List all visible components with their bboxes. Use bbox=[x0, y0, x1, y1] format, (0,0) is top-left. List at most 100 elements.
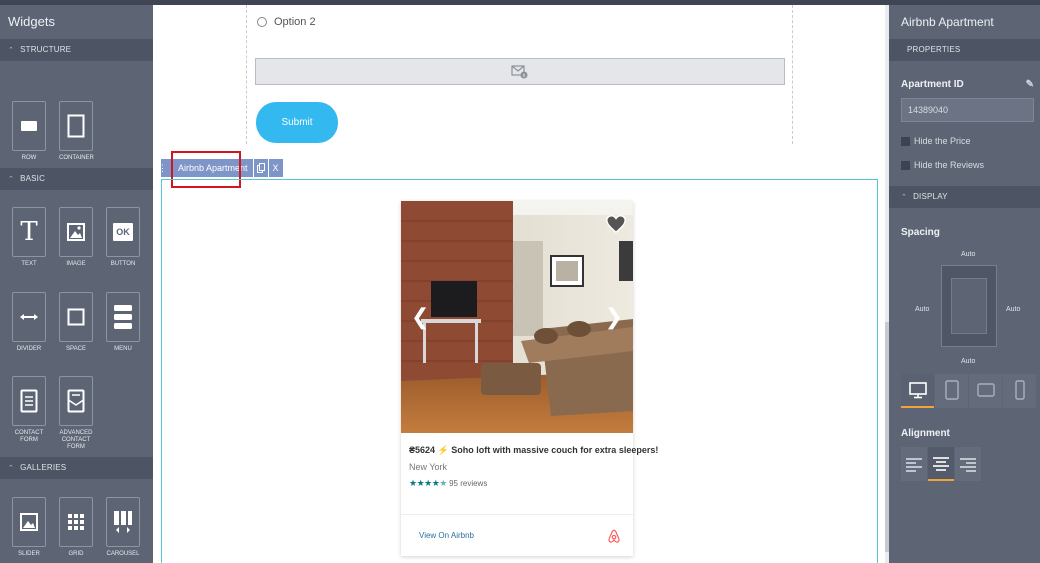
listing-headline: ₴5624 ⚡ Soho loft with massive couch for… bbox=[409, 445, 658, 456]
align-right-icon[interactable] bbox=[955, 447, 981, 481]
spacing-right[interactable]: Auto bbox=[1006, 306, 1020, 313]
widget-image-label: IMAGE bbox=[66, 261, 86, 267]
alignment-label: Alignment bbox=[901, 428, 950, 439]
radio-option-label: Option 2 bbox=[274, 16, 316, 28]
airbnb-listing-card: ❮ ❯ ₴5624 ⚡ Soho loft with massive couch… bbox=[401, 201, 658, 556]
image-icon bbox=[59, 207, 93, 257]
section-basic[interactable]: ⌃ BASIC bbox=[0, 168, 153, 190]
divider-icon bbox=[12, 292, 46, 342]
properties-panel-title: Airbnb Apartment bbox=[901, 15, 994, 29]
section-display[interactable]: ⌃ DISPLAY bbox=[889, 186, 1040, 208]
spacing-label: Spacing bbox=[901, 227, 940, 238]
view-on-airbnb-link[interactable]: View On Airbnb bbox=[419, 531, 474, 540]
widget-contact-form[interactable]: CONTACT FORM bbox=[12, 376, 46, 444]
widget-grid[interactable]: GRID bbox=[59, 497, 93, 558]
mobile-icon[interactable] bbox=[1003, 374, 1036, 408]
desktop-icon[interactable] bbox=[901, 374, 934, 408]
align-left-icon[interactable] bbox=[901, 447, 927, 481]
file-upload-field[interactable] bbox=[255, 58, 785, 85]
widgets-panel: Widgets ⌃ STRUCTURE ROW CONTAINER ⌃ BASIC … bbox=[0, 5, 153, 563]
advanced-contact-form-icon bbox=[59, 376, 93, 426]
hide-reviews-checkbox[interactable]: Hide the Reviews bbox=[901, 160, 1040, 170]
spacing-bottom[interactable]: Auto bbox=[961, 358, 975, 365]
alignment-buttons bbox=[889, 447, 1040, 487]
widget-advanced-contact-form-label: ADVANCED CONTACT FORM bbox=[59, 430, 93, 450]
hide-price-checkbox[interactable]: Hide the Price bbox=[901, 136, 1040, 146]
widget-space[interactable]: SPACE bbox=[59, 292, 93, 353]
next-photo-icon[interactable]: ❯ bbox=[605, 305, 623, 330]
container-icon bbox=[59, 101, 93, 151]
listing-footer: View On Airbnb bbox=[401, 514, 633, 556]
tablet-portrait-icon[interactable] bbox=[935, 374, 968, 408]
widget-carousel[interactable]: CAROUSEL bbox=[106, 497, 140, 558]
airbnb-logo-icon bbox=[608, 529, 620, 543]
spacing-top[interactable]: Auto bbox=[961, 251, 975, 258]
apartment-id-label: Apartment ID ✎ bbox=[901, 79, 1040, 90]
section-properties[interactable]: PROPERTIES bbox=[889, 39, 1040, 61]
widget-grid-label: GRID bbox=[68, 551, 84, 557]
structure-widgets: ROW CONTAINER bbox=[0, 61, 153, 168]
properties-panel: Airbnb Apartment PROPERTIES Apartment ID… bbox=[889, 5, 1040, 563]
edit-pencil-icon[interactable]: ✎ bbox=[1026, 79, 1034, 90]
mail-info-icon bbox=[511, 64, 528, 78]
hide-price-label: Hide the Price bbox=[914, 136, 971, 146]
button-icon-glyph: OK bbox=[113, 223, 133, 241]
widget-text[interactable]: T TEXT bbox=[12, 207, 46, 268]
previous-photo-icon[interactable]: ❮ bbox=[411, 305, 429, 330]
widget-menu[interactable]: MENU bbox=[106, 292, 140, 353]
widget-button[interactable]: OK BUTTON bbox=[106, 207, 140, 268]
copy-icon[interactable] bbox=[253, 159, 268, 177]
section-structure[interactable]: ⌃ STRUCTURE bbox=[0, 39, 153, 61]
section-display-label: DISPLAY bbox=[913, 192, 948, 201]
widget-text-label: TEXT bbox=[21, 261, 37, 267]
rating-stars: ★★★★★ bbox=[409, 478, 447, 488]
spacing-left[interactable]: Auto bbox=[915, 306, 929, 313]
widget-container[interactable]: CONTAINER bbox=[59, 101, 94, 162]
widget-row[interactable]: ROW bbox=[12, 101, 46, 162]
tablet-landscape-icon[interactable] bbox=[969, 374, 1002, 408]
text-icon: T bbox=[12, 207, 46, 257]
widget-advanced-contact-form[interactable]: ADVANCED CONTACT FORM bbox=[59, 376, 93, 451]
section-galleries[interactable]: ⌃ GALLERIES bbox=[0, 457, 153, 479]
listing-rating: ★★★★★ 95 reviews bbox=[409, 478, 625, 489]
widget-carousel-label: CAROUSEL bbox=[106, 551, 140, 557]
grid-icon bbox=[59, 497, 93, 547]
apartment-id-input[interactable]: 14389040 bbox=[901, 98, 1034, 122]
apartment-id-label-text: Apartment ID bbox=[901, 79, 964, 90]
section-basic-label: BASIC bbox=[20, 174, 46, 183]
radio-circle-icon bbox=[257, 17, 267, 27]
spacing-control: Spacing Auto Auto Auto Auto bbox=[889, 208, 1040, 368]
button-icon: OK bbox=[106, 207, 140, 257]
chevron-up-icon: ⌃ bbox=[901, 194, 908, 201]
section-structure-label: STRUCTURE bbox=[20, 45, 72, 54]
checkbox-icon bbox=[901, 136, 910, 146]
widget-button-label: BUTTON bbox=[110, 261, 136, 267]
submit-button[interactable]: Submit bbox=[256, 102, 338, 143]
widget-image[interactable]: IMAGE bbox=[59, 207, 93, 268]
contact-form-icon bbox=[12, 376, 46, 426]
widget-container-label: CONTAINER bbox=[59, 155, 94, 161]
half-star-icon: ★ bbox=[439, 478, 447, 488]
radio-option-2[interactable]: Option 2 bbox=[257, 16, 316, 28]
listing-city: New York bbox=[409, 462, 448, 472]
widget-divider-label: DIVIDER bbox=[16, 346, 42, 352]
widget-divider[interactable]: DIVIDER bbox=[12, 292, 46, 353]
close-icon[interactable]: X bbox=[268, 159, 283, 177]
widgets-panel-title: Widgets bbox=[8, 14, 55, 29]
widget-slider[interactable]: SLIDER bbox=[12, 497, 46, 558]
space-icon bbox=[59, 292, 93, 342]
chevron-up-icon: ⌃ bbox=[8, 47, 15, 54]
align-center-icon[interactable] bbox=[928, 447, 954, 481]
listing-price: ₴5624 bbox=[409, 445, 436, 455]
menu-icon bbox=[106, 292, 140, 342]
listing-photo: ❮ ❯ bbox=[401, 201, 633, 433]
section-properties-label: PROPERTIES bbox=[907, 45, 961, 54]
slider-icon bbox=[12, 497, 46, 547]
spacing-padding-box bbox=[951, 278, 987, 334]
carousel-icon bbox=[106, 497, 140, 547]
chevron-up-icon: ⌃ bbox=[8, 465, 15, 472]
heart-icon[interactable] bbox=[605, 213, 627, 235]
widget-contact-form-label: CONTACT FORM bbox=[14, 430, 44, 443]
gallery-widgets: SLIDER GRID CAROUSEL bbox=[0, 479, 153, 559]
device-tabs bbox=[889, 374, 1040, 424]
